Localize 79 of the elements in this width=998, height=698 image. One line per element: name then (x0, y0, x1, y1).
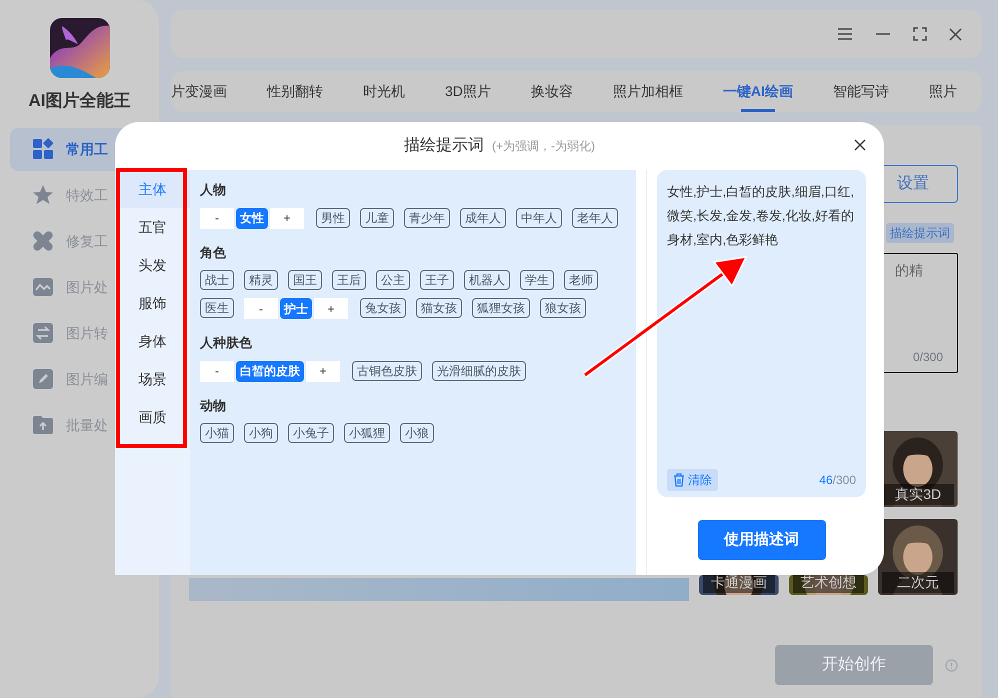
tag-chip[interactable]: 老师 (564, 270, 598, 290)
folder-icon (32, 414, 54, 436)
tab[interactable]: 智能写诗 (832, 71, 889, 112)
app-name: AI图片全能王 (28, 90, 130, 112)
menu-icon[interactable] (837, 27, 853, 41)
tag-chip[interactable]: 护士 (280, 298, 312, 319)
increase-button[interactable]: + (306, 360, 340, 382)
tag-chip[interactable]: 儿童 (360, 208, 394, 228)
dialog-hint: (+为强调，-为弱化) (492, 138, 595, 155)
tag-chip[interactable]: 白皙的皮肤 (236, 360, 304, 382)
tag-chip[interactable]: 王后 (332, 270, 366, 290)
tag-chip[interactable]: 小兔子 (288, 423, 334, 443)
decrease-button[interactable]: - (200, 360, 234, 382)
tag-chip[interactable]: 兔女孩 (360, 298, 406, 318)
tag-chip[interactable]: 战士 (200, 270, 234, 290)
tag-chip[interactable]: 中年人 (516, 208, 562, 228)
tag-chip[interactable]: 精灵 (244, 270, 278, 290)
tag-chip[interactable]: 机器人 (464, 270, 510, 290)
tag-chip[interactable]: 医生 (200, 298, 234, 318)
tab[interactable]: 照片 (928, 71, 957, 112)
category-item[interactable]: 画质 (115, 398, 190, 436)
style-card[interactable]: 真实3D (878, 431, 958, 507)
tag-chip[interactable]: 狐狸女孩 (472, 298, 530, 318)
tab[interactable]: 照片加相框 (612, 71, 683, 112)
edit-icon (32, 368, 54, 390)
tag-chip[interactable]: 公主 (376, 270, 410, 290)
tag-chip[interactable]: 男性 (316, 208, 350, 228)
group-title: 人物 (200, 181, 227, 199)
style-card[interactable]: 二次元 (878, 519, 958, 595)
tag-chip[interactable]: 古铜色皮肤 (352, 360, 422, 380)
tag-chip[interactable]: 老年人 (572, 208, 618, 228)
category-item[interactable]: 身体 (115, 322, 190, 360)
close-icon[interactable] (854, 139, 866, 151)
category-item[interactable]: 场景 (115, 360, 190, 398)
apply-button[interactable]: 使用描述词 (698, 520, 826, 560)
logo-icon (50, 18, 110, 78)
minimize-icon[interactable] (875, 32, 891, 36)
increase-button[interactable]: + (314, 298, 348, 319)
tag-chip[interactable]: 小猫 (200, 423, 234, 443)
decrease-button[interactable]: - (200, 208, 234, 228)
tag-chip[interactable]: 青少年 (404, 208, 450, 228)
tab[interactable]: 时光机 (363, 71, 405, 112)
prompt-text: 女性,护士,白皙的皮肤,细眉,口红,微笑,长发,金发,卷发,化妆,好看的身材,室内,色彩鲜艳 (667, 183, 856, 249)
tab[interactable]: 性别翻转 (267, 71, 323, 112)
image-icon (32, 276, 54, 298)
category-item[interactable]: 头发 (115, 246, 190, 284)
prompt-textarea[interactable]: 女性,护士,白皙的皮肤,细眉,口红,微笑,长发,金发,卷发,化妆,好看的身材,室内,色彩鲜艳 清除 46/300 (657, 170, 866, 497)
tag-chip[interactable]: 光滑细腻的皮肤 (432, 360, 526, 380)
decrease-button[interactable]: - (244, 298, 278, 319)
group-title: 角色 (200, 244, 227, 262)
trash-icon (673, 473, 685, 487)
tab[interactable]: 3D照片 (445, 71, 491, 112)
maximize-icon[interactable] (913, 27, 927, 41)
tag-chip[interactable]: 女性 (236, 208, 268, 228)
tag-chip[interactable]: 成年人 (460, 208, 506, 228)
tag-chip[interactable]: 小狗 (244, 423, 278, 443)
swap-icon (32, 322, 54, 344)
category-item[interactable]: 五官 (115, 208, 190, 246)
tab[interactable]: 一键AI绘画 (722, 71, 793, 112)
char-counter: 0/300 (912, 349, 943, 366)
tag-chip[interactable]: 学生 (520, 270, 554, 290)
tag-chip[interactable]: 小狼 (400, 423, 434, 443)
bandage-icon (32, 230, 54, 252)
group-title: 动物 (200, 396, 227, 414)
tag-chip[interactable]: 王子 (420, 270, 454, 290)
grid-icon (32, 138, 54, 160)
tag-chip[interactable]: 小狐狸 (344, 423, 390, 443)
tab[interactable]: 片变漫画 (171, 71, 227, 112)
increase-button[interactable]: + (270, 208, 304, 228)
category-item[interactable]: 服饰 (115, 284, 190, 322)
tab[interactable]: 换妆容 (530, 71, 573, 112)
char-counter: 46/300 (819, 472, 856, 489)
group-title: 人种肤色 (200, 334, 253, 352)
tag-chip[interactable]: 猫女孩 (416, 298, 462, 318)
star-icon (32, 184, 54, 206)
tag-chip[interactable]: 狼女孩 (540, 298, 586, 318)
dialog-title: 描绘提示词 (404, 136, 484, 156)
close-icon[interactable] (949, 28, 962, 40)
tag-chip[interactable]: 国王 (288, 270, 322, 290)
